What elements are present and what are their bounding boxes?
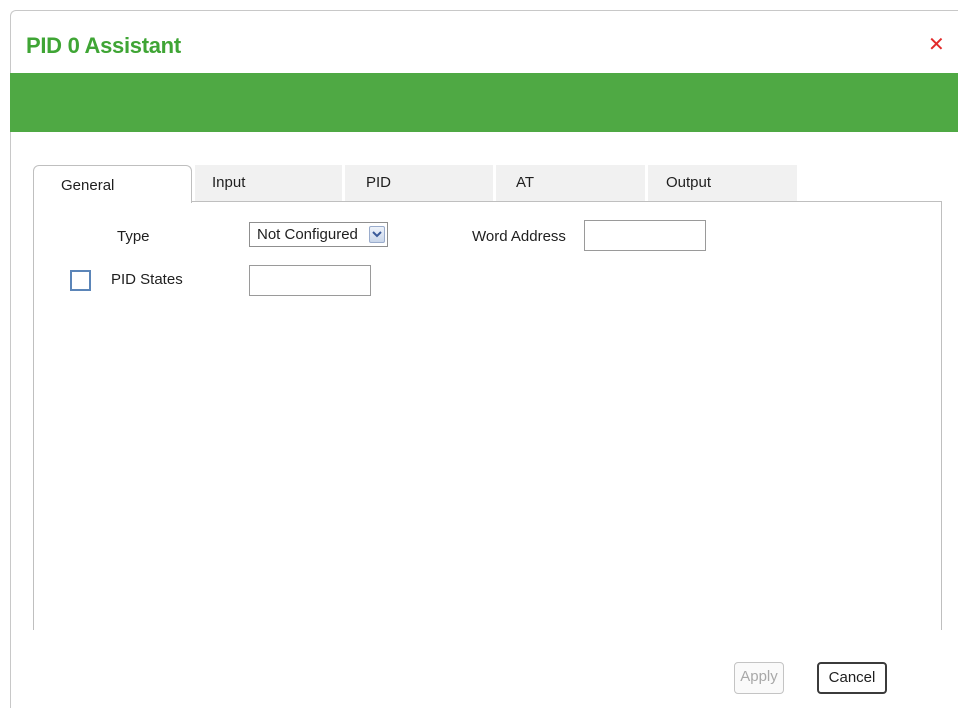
dialog-title: PID 0 Assistant (26, 33, 181, 58)
chevron-down-icon[interactable] (369, 226, 385, 243)
apply-button[interactable]: Apply (734, 662, 784, 694)
type-label: Type (117, 228, 150, 245)
tab-at[interactable]: AT (496, 165, 645, 201)
word-address-label: Word Address (472, 228, 566, 245)
word-address-field[interactable] (584, 220, 706, 251)
tab-pid-label: PID (366, 174, 392, 191)
tab-input[interactable]: Input (195, 165, 342, 201)
pid-states-field[interactable] (249, 265, 371, 296)
tab-output[interactable]: Output (648, 165, 797, 201)
tab-input-label: Input (212, 174, 246, 191)
tab-pid[interactable]: PID (345, 165, 493, 201)
tab-general-label: General (61, 177, 115, 194)
tab-at-label: AT (516, 174, 535, 191)
pid-states-label: PID States (111, 271, 183, 288)
type-select-value: Not Configured (257, 226, 358, 243)
general-tab-panel (33, 201, 942, 630)
pid-states-checkbox[interactable] (70, 270, 91, 291)
header-banner (10, 73, 958, 132)
tab-output-label: Output (666, 174, 712, 191)
close-icon[interactable]: ✕ (928, 35, 945, 55)
type-select[interactable]: Not Configured (249, 222, 388, 247)
cancel-button[interactable]: Cancel (817, 662, 887, 694)
tab-general[interactable]: General (33, 165, 192, 203)
